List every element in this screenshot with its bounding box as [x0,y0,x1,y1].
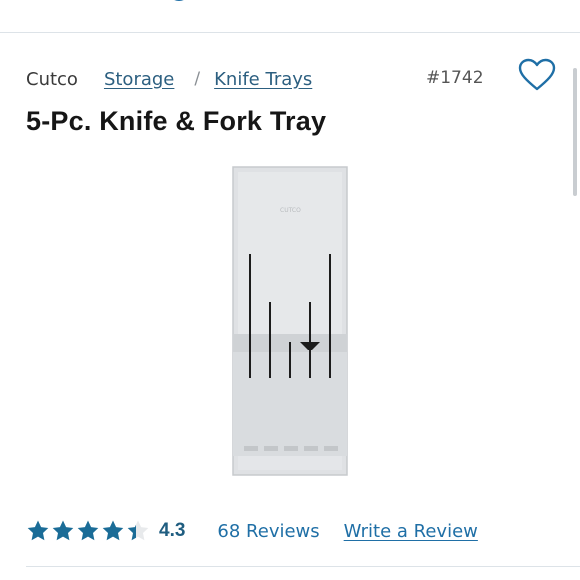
star-full-icon [27,520,49,541]
write-review-link[interactable]: Write a Review [344,521,478,542]
brand-label: Cutco [26,68,78,90]
breadcrumb: Cutco Storage / Knife Trays [26,66,312,92]
star-full-icon [102,520,124,541]
heart-outline-icon [518,58,556,91]
product-image[interactable]: CUTCO [232,166,348,476]
rating-row: 4.3 68 Reviews Write a Review [26,516,478,546]
favorite-button[interactable] [518,58,556,92]
svg-text:CUTCO: CUTCO [280,207,301,214]
product-sku: #1742 [426,68,484,88]
breadcrumb-link-knife-trays[interactable]: Knife Trays [214,69,312,90]
header-bar [0,0,580,33]
breadcrumb-separator: / [194,69,201,89]
star-full-icon [77,520,99,541]
scrollbar-thumb[interactable] [573,68,577,196]
divider [26,566,580,567]
scrollbar[interactable] [570,40,580,580]
star-partial-icon [127,520,149,541]
product-title: 5-Pc. Knife & Fork Tray [26,106,327,136]
rating-value: 4.3 [159,520,186,541]
reviews-count-link[interactable]: 68 Reviews [217,521,319,542]
star-rating[interactable] [26,519,151,543]
header-icon-fragment [168,0,190,4]
star-full-icon [52,520,74,541]
breadcrumb-link-storage[interactable]: Storage [104,69,174,90]
